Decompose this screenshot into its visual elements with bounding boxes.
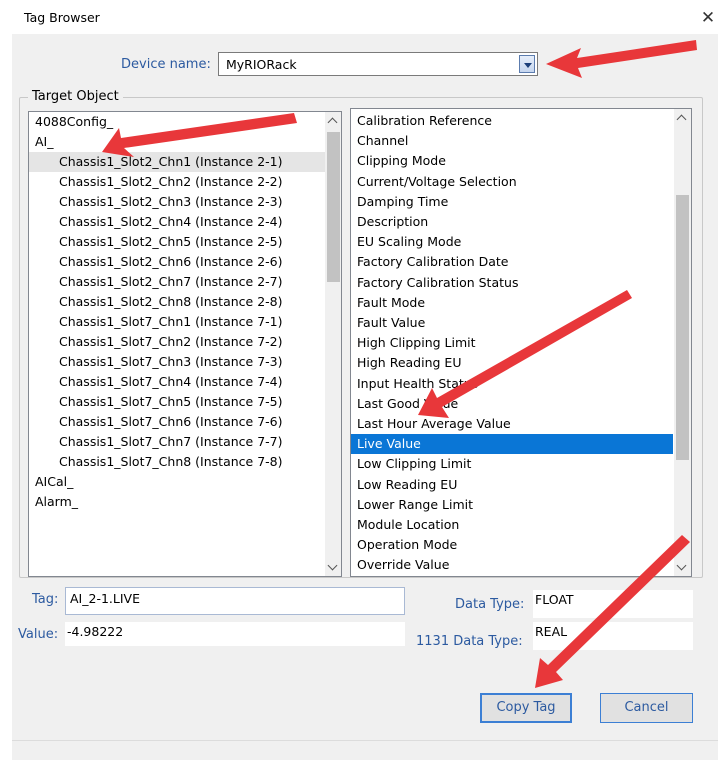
scroll-thumb[interactable] — [676, 195, 689, 460]
scroll-down-icon[interactable] — [674, 559, 691, 576]
object-list-item[interactable]: Chassis1_Slot7_Chn8 (Instance 7-8) — [29, 452, 325, 472]
object-list[interactable]: 4088Config_ AI_ Chassis1_Slot2_Chn1 (Insta… — [28, 111, 342, 577]
scroll-up-icon[interactable] — [325, 112, 341, 129]
attribute-list[interactable]: Calibration Reference Channel Clipping Mod… — [350, 108, 692, 577]
cancel-button[interactable]: Cancel — [600, 693, 693, 723]
attribute-list-item[interactable]: Lower Range Limit — [351, 495, 673, 515]
iec-data-type-value: REAL — [533, 622, 693, 650]
attribute-list-item[interactable]: Calibration Reference — [351, 111, 673, 131]
attribute-list-item[interactable]: High Reading EU — [351, 353, 673, 373]
device-name-dropdown[interactable]: MyRIORack — [218, 52, 538, 76]
object-list-item[interactable]: 4088Config_ — [29, 112, 325, 132]
object-list-item[interactable]: Chassis1_Slot7_Chn2 (Instance 7-2) — [29, 332, 325, 352]
attribute-list-item[interactable]: Last Hour Average Value — [351, 414, 673, 434]
attribute-list-item[interactable]: Factory Calibration Date — [351, 252, 673, 272]
attribute-list-item[interactable]: Operation Mode — [351, 535, 673, 555]
object-list-item[interactable]: Chassis1_Slot7_Chn6 (Instance 7-6) — [29, 412, 325, 432]
device-name-label: Device name: — [121, 57, 211, 72]
attribute-list-item[interactable]: Low Reading EU — [351, 475, 673, 495]
attribute-list-item[interactable]: Description — [351, 212, 673, 232]
attribute-list-item[interactable]: Module Location — [351, 515, 673, 535]
data-type-label: Data Type: — [455, 597, 525, 612]
iec-data-type-label: 1131 Data Type: — [416, 634, 523, 649]
scroll-up-icon[interactable] — [674, 109, 691, 126]
object-list-item[interactable]: Chassis1_Slot2_Chn3 (Instance 2-3) — [29, 192, 325, 212]
attribute-list-item[interactable]: EU Scaling Mode — [351, 232, 673, 252]
object-list-item[interactable]: AICal_ — [29, 472, 325, 492]
attribute-list-item[interactable]: Fault Value — [351, 313, 673, 333]
status-bar — [12, 740, 718, 760]
object-list-item[interactable]: Chassis1_Slot2_Chn2 (Instance 2-2) — [29, 172, 325, 192]
attribute-list-item[interactable]: Input Health Status — [351, 374, 673, 394]
object-list-item[interactable]: Alarm_ — [29, 492, 325, 512]
title-bar: Tag Browser ✕ — [0, 0, 718, 34]
object-list-item[interactable]: Chassis1_Slot7_Chn4 (Instance 7-4) — [29, 372, 325, 392]
attribute-list-item[interactable]: Low Clipping Limit — [351, 454, 673, 474]
attribute-list-item[interactable]: Current/Voltage Selection — [351, 172, 673, 192]
scroll-thumb[interactable] — [327, 132, 340, 282]
object-list-item[interactable]: Chassis1_Slot2_Chn5 (Instance 2-5) — [29, 232, 325, 252]
object-list-item[interactable]: Chassis1_Slot7_Chn3 (Instance 7-3) — [29, 352, 325, 372]
close-icon[interactable]: ✕ — [698, 8, 718, 28]
object-list-item[interactable]: Chassis1_Slot2_Chn8 (Instance 2-8) — [29, 292, 325, 312]
object-list-item[interactable]: Chassis1_Slot7_Chn1 (Instance 7-1) — [29, 312, 325, 332]
object-list-item[interactable]: Chassis1_Slot7_Chn5 (Instance 7-5) — [29, 392, 325, 412]
value-label: Value: — [18, 627, 59, 642]
attribute-list-item[interactable]: High Clipping Limit — [351, 333, 673, 353]
object-list-item[interactable]: Chassis1_Slot2_Chn1 (Instance 2-1) — [29, 152, 325, 172]
attribute-list-item[interactable]: Live Value — [351, 434, 673, 455]
object-list-item[interactable]: AI_ — [29, 132, 325, 152]
scroll-down-icon[interactable] — [325, 559, 341, 576]
attribute-list-item[interactable]: Damping Time — [351, 192, 673, 212]
attribute-list-item[interactable]: Last Good Value — [351, 394, 673, 414]
device-name-value: MyRIORack — [226, 57, 297, 72]
object-list-item[interactable]: Chassis1_Slot7_Chn7 (Instance 7-7) — [29, 432, 325, 452]
object-list-item[interactable]: Chassis1_Slot2_Chn4 (Instance 2-4) — [29, 212, 325, 232]
object-list-item[interactable]: Chassis1_Slot2_Chn7 (Instance 2-7) — [29, 272, 325, 292]
attribute-list-scrollbar[interactable] — [674, 109, 691, 576]
window-title: Tag Browser — [24, 10, 100, 25]
attribute-list-item[interactable]: Override Value — [351, 555, 673, 575]
tag-label: Tag: — [32, 592, 59, 607]
copy-tag-button[interactable]: Copy Tag — [480, 693, 572, 723]
tag-field[interactable]: AI_2-1.LIVE — [65, 587, 405, 615]
data-type-value: FLOAT — [533, 590, 693, 618]
object-list-scrollbar[interactable] — [325, 112, 341, 576]
attribute-list-item[interactable]: Clipping Mode — [351, 151, 673, 171]
dropdown-arrow-icon[interactable] — [519, 55, 535, 73]
target-object-label: Target Object — [28, 89, 123, 104]
object-list-item[interactable]: Chassis1_Slot2_Chn6 (Instance 2-6) — [29, 252, 325, 272]
attribute-list-item[interactable]: Channel — [351, 131, 673, 151]
value-field: -4.98222 — [65, 622, 405, 646]
attribute-list-item[interactable]: Fault Mode — [351, 293, 673, 313]
attribute-list-item[interactable]: Factory Calibration Status — [351, 273, 673, 293]
